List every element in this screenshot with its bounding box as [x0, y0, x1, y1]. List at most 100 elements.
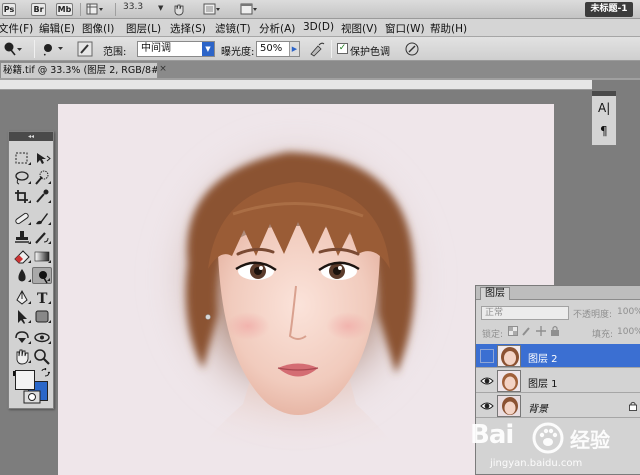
view-extras-icon[interactable] [86, 3, 104, 16]
range-select-value: 中间调 [141, 43, 171, 54]
swap-colors-icon[interactable] [41, 368, 50, 377]
hand-tool-icon[interactable] [172, 3, 186, 16]
character-paragraph-panel: A| ¶ [591, 90, 617, 146]
eye-icon[interactable] [480, 374, 494, 388]
tab-layers[interactable]: 图层 [480, 287, 510, 300]
blend-mode-value: 正常 [485, 308, 504, 318]
history-brush-icon[interactable] [32, 229, 52, 246]
ps-logo: Ps [2, 3, 16, 16]
menu-help[interactable]: 帮助(H) [430, 21, 467, 36]
3d-orbit-icon[interactable] [32, 329, 52, 346]
brush-icon[interactable] [32, 210, 52, 227]
layers-tab-strip: 图层 [476, 286, 640, 300]
lock-transparency-icon[interactable] [508, 326, 518, 336]
blend-mode-select[interactable]: 正常 [481, 306, 569, 320]
marquee-icon[interactable] [12, 150, 32, 167]
move-icon[interactable] [32, 150, 52, 167]
brush-panel-icon[interactable] [77, 41, 93, 57]
layer-row-layer-1[interactable]: 图层 1 [476, 369, 640, 393]
chevron-right-icon[interactable]: ▶ [289, 42, 299, 56]
layer-thumbnail [497, 345, 521, 367]
lock-all-icon[interactable] [550, 325, 560, 336]
tools-panel-header[interactable]: ◂◂ [9, 132, 53, 141]
menu-analysis[interactable]: 分析(A) [259, 21, 295, 36]
menu-layer[interactable]: 图层(L) [126, 21, 161, 36]
foreground-color-swatch[interactable] [15, 370, 35, 390]
type-icon[interactable]: T [32, 289, 52, 307]
zoom-level[interactable]: 33.3 [123, 2, 143, 12]
dodge-tool-preset-icon[interactable] [2, 41, 24, 57]
menu-filter[interactable]: 滤镜(T) [215, 21, 251, 36]
paw-logo-icon [532, 422, 564, 454]
baidu-jingyan-watermark: Bai 经验 jingyan.baidu.com [470, 420, 640, 475]
dodge-icon[interactable] [32, 267, 52, 284]
blur-icon[interactable] [12, 267, 32, 284]
paragraph-panel-icon[interactable]: ¶ [600, 124, 608, 138]
pen-icon[interactable] [12, 289, 32, 306]
eye-icon[interactable] [480, 399, 494, 413]
screen-mode-icon[interactable] [240, 3, 258, 16]
eraser-icon[interactable] [12, 248, 32, 265]
fill-value[interactable]: 100% [617, 327, 640, 337]
character-panel-icon[interactable]: A| [598, 101, 610, 115]
watermark-url: jingyan.baidu.com [490, 458, 583, 469]
layer-name[interactable]: 图层 1 [528, 375, 558, 390]
gradient-icon[interactable] [32, 248, 52, 265]
mini-panel-header[interactable] [592, 91, 616, 96]
layer-name[interactable]: 图层 2 [528, 350, 558, 365]
airbrush-icon[interactable] [308, 41, 326, 57]
menu-window[interactable]: 窗口(W) [385, 21, 425, 36]
exposure-input[interactable]: 50% ▶ [256, 41, 300, 57]
brush-preset-picker-icon[interactable]: • [40, 40, 70, 58]
layer-row-background[interactable]: 背景 [476, 394, 640, 418]
application-bar: Ps Br Mb 33.3 ▼ 未标题-1 [0, 0, 640, 19]
menu-file[interactable]: 文件(F) [0, 21, 33, 36]
workspace-switcher[interactable]: 未标题-1 [585, 2, 633, 17]
layer-row-layer-2[interactable]: 图层 2 [476, 344, 640, 368]
svg-text:•: • [43, 52, 47, 58]
menu-image[interactable]: 图像(I) [82, 21, 114, 36]
protect-tones-checkbox[interactable]: ✓ [337, 43, 348, 54]
menu-bar: 文件(F) 编辑(E) 图像(I) 图层(L) 选择(S) 滤镜(T) 分析(A… [0, 19, 640, 37]
watermark-brand: Bai [470, 420, 514, 450]
lock-pixels-icon[interactable] [522, 326, 532, 336]
horizontal-ruler [0, 80, 592, 90]
exposure-label: 曝光度: [221, 47, 255, 58]
eyedropper-icon[interactable] [32, 188, 52, 205]
menu-view[interactable]: 视图(V) [341, 21, 377, 36]
lock-icon [629, 401, 637, 411]
chevron-down-icon[interactable]: ▼ [202, 42, 214, 56]
quick-select-icon[interactable] [32, 169, 52, 186]
bridge-button[interactable]: Br [31, 3, 46, 16]
exposure-value: 50% [260, 43, 283, 54]
hand-icon[interactable] [12, 348, 32, 365]
close-icon[interactable]: × [158, 64, 168, 74]
menu-select[interactable]: 选择(S) [170, 21, 206, 36]
menu-edit[interactable]: 编辑(E) [39, 21, 75, 36]
quick-mask-icon[interactable] [23, 390, 41, 404]
range-select[interactable]: 中间调 ▼ [137, 41, 215, 57]
layer-name[interactable]: 背景 [528, 400, 548, 415]
healing-icon[interactable] [12, 210, 32, 227]
tablet-pressure-icon[interactable] [403, 41, 421, 57]
3d-rotate-icon[interactable] [12, 329, 32, 346]
chevron-down-icon[interactable]: ▼ [158, 4, 163, 12]
arrange-documents-icon[interactable] [203, 3, 221, 16]
shape-icon[interactable] [32, 308, 52, 325]
separator [34, 40, 35, 58]
document-tab[interactable]: 秘籍.tif @ 33.3% (图层 2, RGB/8#) * [0, 62, 158, 78]
clone-stamp-icon[interactable] [12, 229, 32, 246]
menu-3d[interactable]: 3D(D) [303, 21, 334, 33]
lasso-icon[interactable] [12, 169, 32, 186]
protect-tones-label: 保护色调 [350, 47, 390, 58]
layer-thumbnail [497, 370, 521, 392]
opacity-value[interactable]: 100% [617, 307, 640, 317]
zoom-icon[interactable] [32, 348, 52, 365]
visibility-toggle-empty[interactable] [480, 349, 494, 363]
mini-bridge-button[interactable]: Mb [56, 3, 73, 16]
path-select-icon[interactable] [12, 308, 32, 325]
lock-position-icon[interactable] [536, 326, 546, 336]
fill-label: 填充: [592, 330, 614, 340]
crop-icon[interactable] [12, 188, 32, 205]
separator [80, 3, 81, 16]
